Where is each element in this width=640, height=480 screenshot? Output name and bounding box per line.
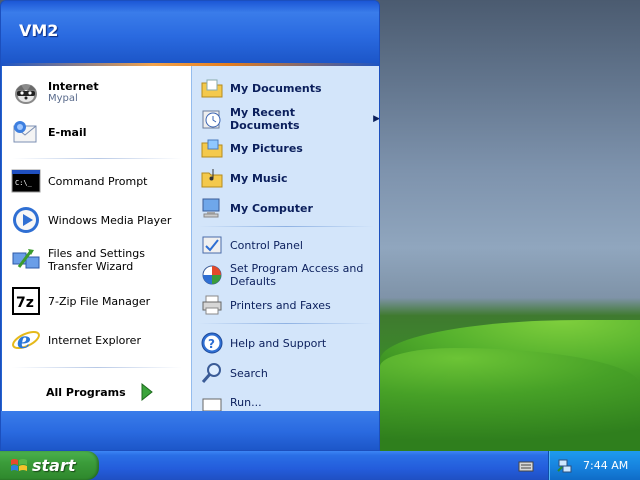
recent-documents-icon: [200, 107, 224, 131]
network-icon[interactable]: [557, 458, 573, 474]
svg-text:7z: 7z: [16, 295, 34, 311]
media-player-icon: [10, 204, 42, 236]
start-label: start: [32, 456, 76, 475]
start-menu-footer: [1, 411, 379, 450]
search[interactable]: Search: [200, 361, 268, 385]
settings-printers-faxes-label: Printers and Faxes: [230, 298, 331, 312]
help-and-support-label: Help and Support: [230, 336, 327, 350]
all-programs-button[interactable]: All Programs: [46, 383, 154, 401]
transfer-wizard-icon: [10, 244, 42, 276]
clock[interactable]: 7:44 AM: [583, 459, 628, 472]
place-my-music-label: My Music: [230, 171, 288, 185]
mypal-raccoon-icon: [10, 76, 42, 108]
search-label: Search: [230, 366, 268, 380]
start-button[interactable]: start: [0, 451, 99, 480]
place-my-computer-label: My Computer: [230, 201, 313, 215]
email-icon: [10, 116, 42, 148]
place-my-music[interactable]: My Music: [200, 166, 288, 190]
all-programs-separator: [12, 367, 182, 368]
run-label: Run...: [230, 395, 262, 409]
folder-documents-icon: [200, 76, 224, 100]
run[interactable]: Run...: [200, 393, 262, 411]
7zip-icon: 7z: [10, 285, 42, 317]
recent-media-player[interactable]: Windows Media Player: [10, 204, 171, 236]
recent-command-prompt-label: Command Prompt: [48, 174, 148, 188]
settings-control-panel[interactable]: Control Panel: [200, 233, 303, 257]
settings-program-access[interactable]: Set Program Access and Defaults: [200, 262, 376, 288]
control-panel-icon: [200, 233, 224, 257]
place-my-documents[interactable]: My Documents: [200, 76, 322, 100]
recent-transfer-wizard[interactable]: Files and Settings Transfer Wizard: [10, 244, 186, 276]
start-menu: VM2 Internet Mypal E-mail C:\_ Command P…: [0, 0, 380, 451]
recent-internet-explorer-label: Internet Explorer: [48, 333, 141, 347]
place-my-documents-label: My Documents: [230, 81, 322, 95]
help-icon: ?: [200, 331, 224, 355]
windows-logo-icon: [10, 458, 28, 474]
search-icon: [200, 361, 224, 385]
pinned-internet-sub: Mypal: [48, 92, 78, 104]
printer-icon: [200, 293, 224, 317]
settings-program-access-label: Set Program Access and Defaults: [230, 262, 364, 288]
places-separator: [198, 226, 374, 227]
recent-transfer-wizard-label: Files and Settings Transfer Wizard: [48, 247, 145, 273]
recent-command-prompt[interactable]: C:\_ Command Prompt: [10, 167, 148, 195]
internet-explorer-icon: e: [10, 324, 42, 356]
place-my-recent-documents-label: My Recent Documents: [230, 106, 300, 132]
recent-7zip[interactable]: 7z 7-Zip File Manager: [10, 285, 150, 317]
pinned-email-label: E-mail: [48, 125, 87, 139]
submenu-arrow-icon: ▶: [373, 114, 380, 124]
folder-music-icon: [200, 166, 224, 190]
start-menu-header: VM2: [1, 1, 379, 65]
place-my-pictures-label: My Pictures: [230, 141, 303, 155]
help-and-support[interactable]: ? Help and Support: [200, 331, 326, 355]
settings-printers-faxes[interactable]: Printers and Faxes: [200, 293, 331, 317]
settings-separator: [198, 323, 374, 324]
wallpaper-hill-front: [380, 348, 640, 451]
system-tray: 7:44 AM: [548, 451, 640, 480]
all-programs-label: All Programs: [46, 385, 126, 399]
recent-media-player-label: Windows Media Player: [48, 213, 172, 227]
keyboard-icon[interactable]: [518, 458, 534, 472]
program-access-icon: [200, 263, 224, 287]
user-name: VM2: [19, 21, 59, 40]
svg-text:e: e: [17, 328, 31, 354]
pinned-internet-label: Internet: [48, 79, 99, 93]
settings-control-panel-label: Control Panel: [230, 238, 303, 252]
start-menu-right-pane: My Documents My Recent Documents ▶ My Pi…: [191, 66, 380, 411]
start-menu-left-pane: Internet Mypal E-mail C:\_ Command Promp…: [2, 66, 191, 411]
green-arrow-icon: [140, 383, 154, 401]
recent-internet-explorer[interactable]: e Internet Explorer: [10, 324, 141, 356]
place-my-computer[interactable]: My Computer: [200, 196, 313, 220]
place-my-pictures[interactable]: My Pictures: [200, 136, 303, 160]
pinned-internet[interactable]: Internet Mypal: [10, 76, 99, 108]
my-computer-icon: [200, 196, 224, 220]
command-prompt-icon: C:\_: [10, 167, 42, 195]
pinned-separator: [12, 158, 182, 159]
place-my-recent-documents[interactable]: My Recent Documents ▶: [200, 106, 380, 132]
pinned-email[interactable]: E-mail: [10, 116, 87, 148]
folder-pictures-icon: [200, 136, 224, 160]
run-icon: [200, 393, 224, 411]
svg-text:?: ?: [208, 337, 215, 351]
svg-text:C:\_: C:\_: [15, 179, 33, 187]
recent-7zip-label: 7-Zip File Manager: [48, 294, 151, 308]
